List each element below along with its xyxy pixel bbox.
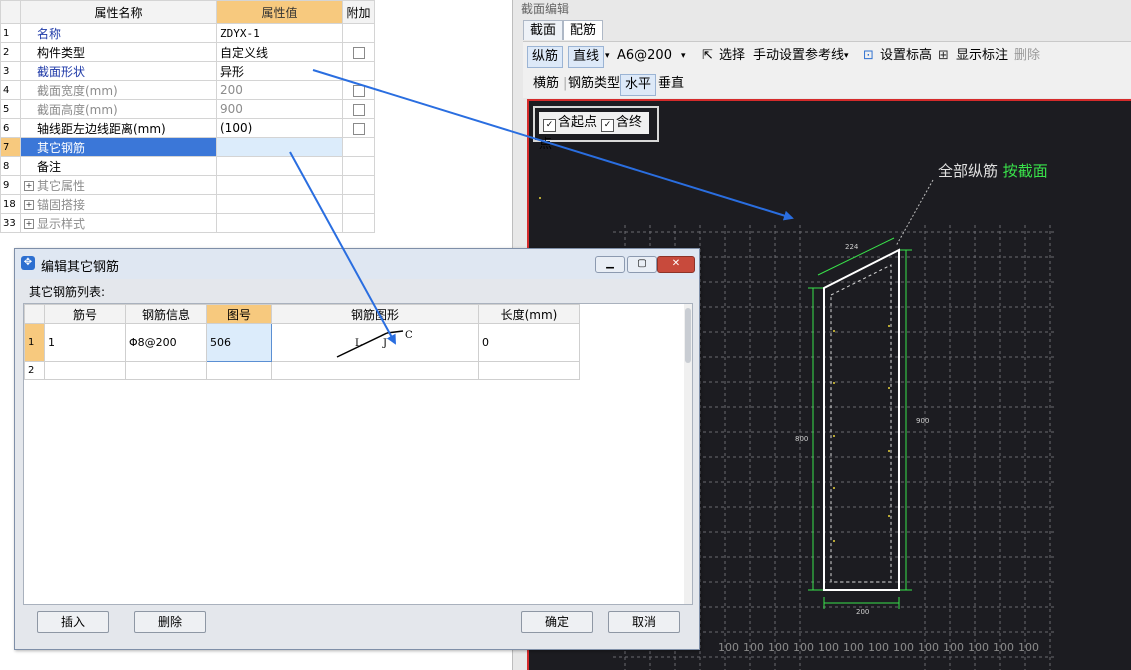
row-number: 1: [24, 323, 45, 362]
scroll-thumb[interactable]: [685, 308, 691, 363]
rebar-shape-drawing: L J C: [336, 330, 413, 358]
grid-label: 100: [868, 641, 889, 654]
insert-button[interactable]: 插入: [37, 611, 109, 633]
minimize-icon[interactable]: ▁: [595, 256, 625, 273]
rebar-list-label: 其它钢筋列表:: [29, 285, 106, 299]
dimension-labels: 224 800 900 200: [795, 243, 929, 616]
cell-bar-no[interactable]: 1: [44, 323, 126, 362]
edit-other-rebar-dialog: ✥ 编辑其它钢筋 ▁ ▢ ✕ 其它钢筋列表: 筋号 钢筋信息 图号 钢筋图形 长…: [14, 248, 700, 650]
cell-shape-no[interactable]: 506: [206, 323, 272, 362]
cell-rebar-shape[interactable]: L J C: [271, 323, 479, 362]
shape-label-c: C: [405, 330, 413, 341]
cell-length[interactable]: 0: [478, 323, 580, 362]
grid-label: 100: [768, 641, 789, 654]
delete-row-button[interactable]: 删除: [134, 611, 206, 633]
grid-label: 100: [843, 641, 864, 654]
rebar-table: 筋号 钢筋信息 图号 钢筋图形 长度(mm) 1 1 Φ8@200 506 L …: [24, 304, 580, 380]
annotation-leader: [895, 179, 934, 247]
row-number: 2: [24, 361, 45, 380]
dim-top: 224: [845, 243, 859, 251]
shape-label-j: J: [382, 338, 387, 349]
col-length[interactable]: 长度(mm): [478, 304, 580, 324]
grid-label: 100: [1018, 641, 1039, 654]
grid-label: 100: [993, 641, 1014, 654]
grid-label: 100: [943, 641, 964, 654]
grid-label: 100: [743, 641, 764, 654]
cell-bar-no[interactable]: [44, 361, 126, 380]
maximize-icon[interactable]: ▢: [627, 256, 657, 273]
close-icon[interactable]: ✕: [657, 256, 695, 273]
section-outline[interactable]: [823, 248, 900, 591]
col-rebar-shape[interactable]: 钢筋图形: [271, 304, 479, 324]
grid-dimension-labels: 100 100 100 100 100 100 100 100 100 100 …: [718, 641, 1039, 654]
col-bar-no[interactable]: 筋号: [44, 304, 126, 324]
table-header: 筋号 钢筋信息 图号 钢筋图形 长度(mm): [24, 304, 580, 324]
table-row[interactable]: 2: [24, 361, 580, 380]
rebar-list: 筋号 钢筋信息 图号 钢筋图形 长度(mm) 1 1 Φ8@200 506 L …: [23, 303, 693, 605]
cancel-button[interactable]: 取消: [608, 611, 680, 633]
app-icon: ✥: [21, 256, 35, 270]
col-rebar-info[interactable]: 钢筋信息: [125, 304, 207, 324]
grid-label: 100: [918, 641, 939, 654]
grid-label: 100: [818, 641, 839, 654]
ok-button[interactable]: 确定: [521, 611, 593, 633]
dialog-titlebar[interactable]: ✥ 编辑其它钢筋 ▁ ▢ ✕: [15, 249, 699, 279]
header-corner: [24, 304, 45, 324]
grid-label: 100: [793, 641, 814, 654]
scrollbar[interactable]: [684, 304, 692, 604]
dim-right: 900: [916, 417, 929, 425]
cell-rebar-info[interactable]: [125, 361, 207, 380]
shape-label-l: L: [355, 338, 362, 349]
dialog-title: 编辑其它钢筋: [41, 260, 120, 275]
rebar-outline[interactable]: [830, 264, 892, 583]
col-shape-no[interactable]: 图号: [206, 304, 272, 324]
dim-left: 800: [795, 435, 808, 443]
table-row[interactable]: 1 1 Φ8@200 506 L J C 0: [24, 323, 580, 362]
grid-label: 100: [893, 641, 914, 654]
cell-shape-no[interactable]: [206, 361, 272, 380]
dim-bottom: 200: [856, 608, 869, 616]
cell-rebar-shape[interactable]: [271, 361, 479, 380]
cell-length[interactable]: [478, 361, 580, 380]
grid-label: 100: [718, 641, 739, 654]
cell-rebar-info[interactable]: Φ8@200: [125, 323, 207, 362]
grid-label: 100: [968, 641, 989, 654]
